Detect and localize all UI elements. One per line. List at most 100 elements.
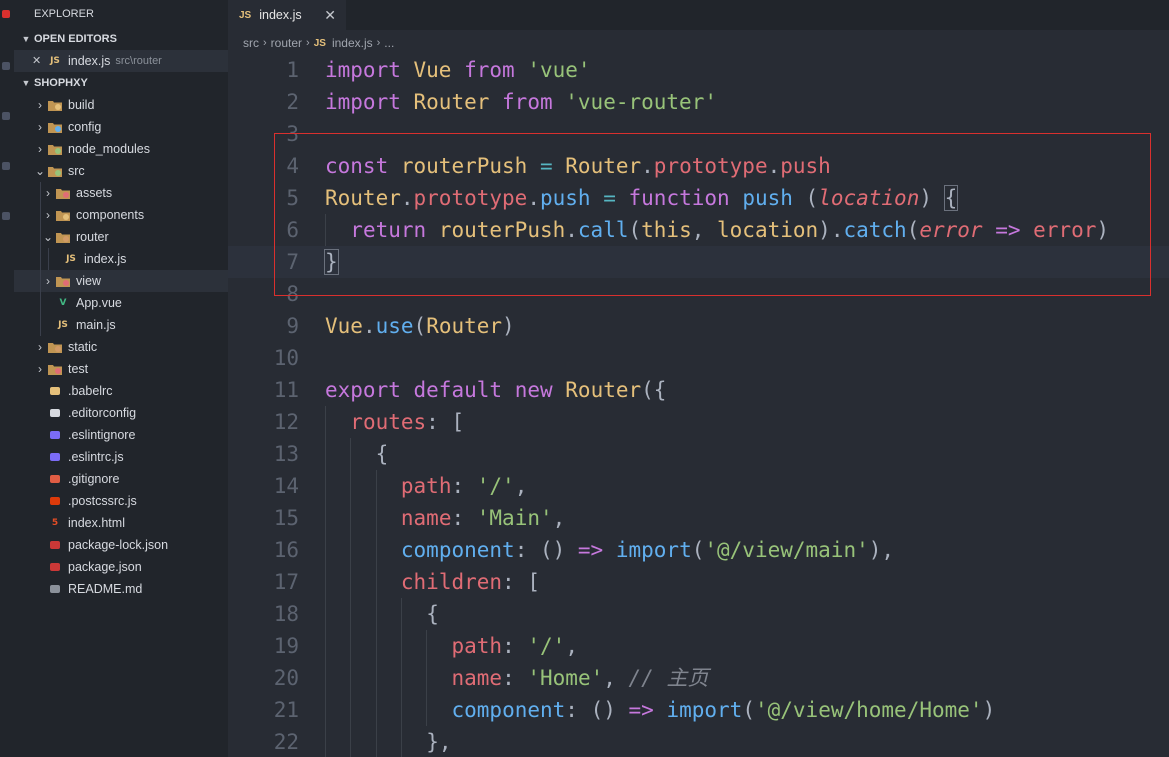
code-line[interactable]: 20 name: 'Home', // 主页 xyxy=(228,662,1169,694)
code-text: export default new Router({ xyxy=(325,374,666,406)
babel-icon xyxy=(48,384,62,398)
tree-item-build[interactable]: › build xyxy=(14,94,228,116)
tree-item-label: build xyxy=(68,98,95,112)
code-line[interactable]: 3 xyxy=(228,118,1169,150)
tab-index-js[interactable]: JS index.js ✕ xyxy=(228,0,346,30)
code-line[interactable]: 10 xyxy=(228,342,1169,374)
file-tree: › build › config › node_modules ⌄ src › assets › co… xyxy=(14,94,228,600)
close-icon[interactable]: ✕ xyxy=(32,50,48,72)
tree-item-node-modules[interactable]: › node_modules xyxy=(14,138,228,160)
code-editor[interactable]: 1 import Vue from 'vue' 2 import Router fro… xyxy=(228,54,1169,757)
tree-item-index-html[interactable]: 5 index.html xyxy=(14,512,228,534)
activity-search-icon[interactable] xyxy=(2,62,10,70)
code-line[interactable]: 13 { xyxy=(228,438,1169,470)
activity-debug-icon[interactable] xyxy=(2,162,10,170)
code-line[interactable]: 14 path: '/', xyxy=(228,470,1169,502)
code-token: ) xyxy=(982,698,996,722)
chevron-right-icon: › xyxy=(306,37,310,49)
code-line[interactable]: 1 import Vue from 'vue' xyxy=(228,54,1169,86)
js-icon: JS xyxy=(58,320,68,330)
code-line[interactable]: 8 xyxy=(228,278,1169,310)
tree-item-package-json[interactable]: package.json xyxy=(14,556,228,578)
code-token: { xyxy=(375,442,389,466)
tree-item-components[interactable]: › components xyxy=(14,204,228,226)
activity-files-icon[interactable] xyxy=(2,10,10,18)
breadcrumb-src[interactable]: src xyxy=(243,36,259,50)
tree-item-view[interactable]: › view xyxy=(14,270,228,292)
tree-item-config[interactable]: › config xyxy=(14,116,228,138)
code-line[interactable]: 16 component: () => import('@/view/main')… xyxy=(228,534,1169,566)
code-token: catch xyxy=(843,218,907,242)
line-number: 17 xyxy=(273,570,299,594)
tree-item-test[interactable]: › test xyxy=(14,358,228,380)
code-line[interactable]: 17 children: [ xyxy=(228,566,1169,598)
code-line[interactable]: 15 name: 'Main', xyxy=(228,502,1169,534)
tree-item-babelrc[interactable]: .babelrc xyxy=(14,380,228,402)
code-token: call xyxy=(577,218,629,242)
code-token: push xyxy=(780,154,831,178)
activity-extensions-icon[interactable] xyxy=(2,212,10,220)
code-line[interactable]: 18 { xyxy=(228,598,1169,630)
close-icon[interactable]: ✕ xyxy=(324,7,336,24)
chevron-down-icon: ▼ xyxy=(21,78,31,88)
tree-item-label: index.js xyxy=(84,252,127,266)
tree-item-package-lock-json[interactable]: package-lock.json xyxy=(14,534,228,556)
line-number: 15 xyxy=(273,506,299,530)
code-token: { xyxy=(426,602,439,626)
chevron-down-icon: ▼ xyxy=(21,34,31,44)
breadcrumb-symbol[interactable]: ... xyxy=(384,36,394,50)
tree-item-eslintignore[interactable]: .eslintignore xyxy=(14,424,228,446)
indent-guide xyxy=(350,502,352,534)
line-number: 16 xyxy=(273,538,299,562)
tree-item-index-js[interactable]: JS index.js xyxy=(14,248,228,270)
code-line[interactable]: 2 import Router from 'vue-router' xyxy=(228,86,1169,118)
code-token: Vue xyxy=(413,58,452,82)
tree-item-assets[interactable]: › assets xyxy=(14,182,228,204)
code-line[interactable]: 4 const routerPush = Router.prototype.pus… xyxy=(228,150,1169,182)
code-token: , xyxy=(552,506,566,530)
tree-item-static[interactable]: › static xyxy=(14,336,228,358)
breadcrumb-file[interactable]: index.js xyxy=(332,36,373,50)
tree-item-router[interactable]: ⌄ router xyxy=(14,226,228,248)
code-line[interactable]: 19 path: '/', xyxy=(228,630,1169,662)
tree-item-gitignore[interactable]: .gitignore xyxy=(14,468,228,490)
html-icon: 5 xyxy=(51,518,59,528)
tree-item-readme-md[interactable]: README.md xyxy=(14,578,228,600)
code-line[interactable]: 22}, xyxy=(228,726,1169,757)
activity-scm-icon[interactable] xyxy=(2,112,10,120)
tree-item-app-vue[interactable]: V App.vue xyxy=(14,292,228,314)
code-token: Vue xyxy=(325,314,363,338)
code-token: error xyxy=(1033,218,1097,242)
tree-item-postcssrc-js[interactable]: .postcssrc.js xyxy=(14,490,228,512)
code-text: path: '/', xyxy=(401,470,527,502)
folder-components-icon xyxy=(56,208,70,222)
code-line[interactable]: 21 component: () => import('@/view/home/H… xyxy=(228,694,1169,726)
code-token: default xyxy=(413,378,503,402)
code-line[interactable]: 9 Vue.use(Router) xyxy=(228,310,1169,342)
indent-guide xyxy=(40,204,41,226)
code-token: prototype xyxy=(413,186,528,210)
tree-item-eslintrc-js[interactable]: .eslintrc.js xyxy=(14,446,228,468)
breadcrumb-router[interactable]: router xyxy=(271,36,302,50)
code-text: import Router from 'vue-router' xyxy=(325,86,717,118)
code-line[interactable]: 12 routes: [ xyxy=(228,406,1169,438)
code-line[interactable]: 11 export default new Router({ xyxy=(228,374,1169,406)
code-token: children xyxy=(400,570,503,594)
js-icon: JS xyxy=(313,37,326,49)
code-token: export xyxy=(325,378,401,402)
tree-item-main-js[interactable]: JS main.js xyxy=(14,314,228,336)
tree-item-editorconfig[interactable]: .editorconfig xyxy=(14,402,228,424)
tree-item-src[interactable]: ⌄ src xyxy=(14,160,228,182)
chevron-right-icon: › xyxy=(376,37,381,49)
open-editor-item[interactable]: ✕ JS index.js src\router xyxy=(14,50,228,72)
code-line[interactable]: 7} xyxy=(228,246,1169,278)
code-text: name: 'Home', // 主页 xyxy=(452,662,709,694)
line-number: 9 xyxy=(286,314,299,338)
code-line[interactable]: 5 Router.prototype.push = function push (… xyxy=(228,182,1169,214)
code-line[interactable]: 6 return routerPush.call(this, location).… xyxy=(228,214,1169,246)
open-editors-header[interactable]: ▼ OPEN EDITORS xyxy=(14,28,228,50)
project-header[interactable]: ▼ SHOPHXY xyxy=(14,72,228,94)
code-token: ) xyxy=(1096,218,1110,242)
